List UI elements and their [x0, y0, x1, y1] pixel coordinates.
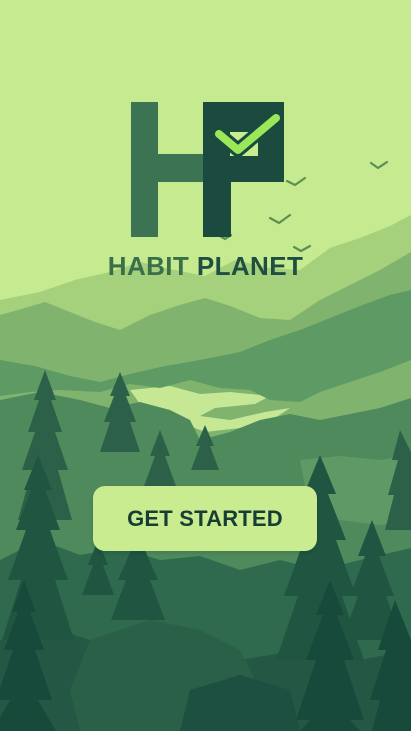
brand-word-habit: HABIT — [107, 251, 190, 281]
logo-h-crossbar — [156, 154, 206, 182]
brand-word-planet: PLANET — [196, 251, 304, 281]
app-name: HABIT PLANET — [0, 251, 411, 282]
habit-planet-logo — [131, 102, 284, 237]
get-started-button[interactable]: GET STARTED — [93, 486, 317, 551]
welcome-screen: HABIT PLANET GET STARTED — [0, 0, 411, 731]
logo-h-left-bar — [131, 102, 158, 237]
